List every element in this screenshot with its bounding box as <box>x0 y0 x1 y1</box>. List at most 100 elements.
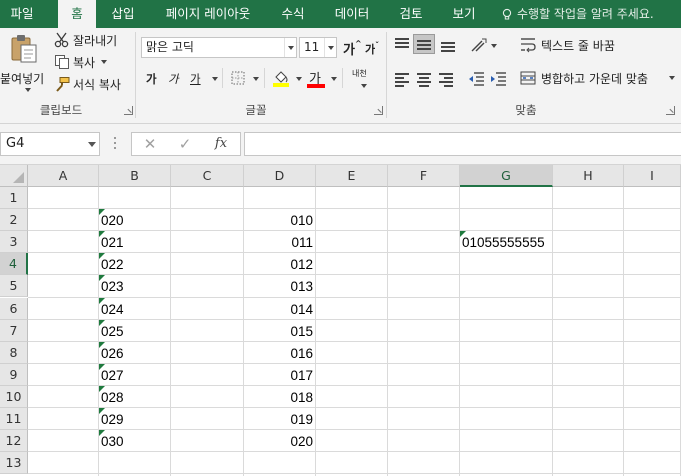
select-all-corner[interactable] <box>0 165 28 187</box>
cell-d8[interactable]: 016 <box>244 342 316 364</box>
error-indicator-icon[interactable] <box>99 297 105 304</box>
align-center-icon[interactable] <box>416 72 432 87</box>
row-header-9[interactable]: 9 <box>0 363 28 386</box>
column-header-d[interactable]: D <box>244 165 316 187</box>
cell-d12[interactable]: 020 <box>244 430 316 452</box>
column-header-e[interactable]: E <box>316 165 388 187</box>
font-color-dropdown-icon[interactable] <box>331 77 337 81</box>
orientation-icon[interactable] <box>470 37 488 53</box>
worksheet-grid[interactable]: A B C D E F G H I 1 2 3 4 5 6 7 8 9 10 11 12 13 020 021 022 023 02… <box>0 164 681 476</box>
cell-d6[interactable]: 014 <box>244 298 316 320</box>
row-header-13[interactable]: 13 <box>0 452 28 475</box>
row-header-5[interactable]: 5 <box>0 275 28 298</box>
row-header-10[interactable]: 10 <box>0 385 28 408</box>
phonetic-guide-button[interactable]: 내천 <box>352 68 376 92</box>
merge-center-button[interactable]: 병합하고 가운데 맞춤 <box>520 69 680 87</box>
cut-button[interactable]: 잘라내기 <box>54 31 124 49</box>
font-size-combo[interactable]: 11 <box>299 37 337 58</box>
cell-d9[interactable]: 017 <box>244 364 316 386</box>
error-indicator-icon[interactable] <box>99 408 105 414</box>
cell-d2[interactable]: 010 <box>244 209 316 231</box>
error-indicator-icon[interactable] <box>99 231 105 238</box>
formula-bar-splitter[interactable] <box>114 137 117 151</box>
align-left-icon[interactable] <box>394 72 410 87</box>
cell-d4[interactable]: 012 <box>244 253 316 275</box>
align-bottom-icon[interactable] <box>440 37 456 52</box>
tab-view[interactable]: 보기 <box>444 0 484 28</box>
align-right-icon[interactable] <box>438 72 454 87</box>
error-indicator-icon[interactable] <box>99 341 105 348</box>
insert-function-icon[interactable]: fx <box>208 133 234 155</box>
cell-d5[interactable]: 013 <box>244 275 316 297</box>
cell-d7[interactable]: 015 <box>244 320 316 342</box>
cell-d10[interactable]: 018 <box>244 386 316 408</box>
row-header-12[interactable]: 12 <box>0 430 28 453</box>
increase-indent-icon[interactable] <box>489 71 507 87</box>
font-name-dropdown-icon[interactable] <box>284 38 296 57</box>
font-name-combo[interactable]: 맑은 고딕 <box>141 37 297 58</box>
tab-page-layout[interactable]: 페이지 레이아웃 <box>158 0 258 28</box>
row-header-3[interactable]: 3 <box>0 231 28 254</box>
underline-dropdown-icon[interactable] <box>212 77 218 81</box>
row-header-8[interactable]: 8 <box>0 341 28 364</box>
row-header-11[interactable]: 11 <box>0 408 28 431</box>
column-header-a[interactable]: A <box>28 165 99 187</box>
column-header-f[interactable]: F <box>388 165 460 187</box>
row-header-4[interactable]: 4 <box>0 253 28 276</box>
font-color-button[interactable]: 가 <box>306 68 326 90</box>
name-box[interactable]: G4 <box>0 132 100 156</box>
tell-me-box[interactable]: 수행할 작업을 알려 주세요. <box>501 0 654 28</box>
error-indicator-icon[interactable] <box>99 430 105 437</box>
column-header-h[interactable]: H <box>553 165 624 187</box>
copy-button[interactable]: 복사 <box>54 53 114 71</box>
tab-home[interactable]: 홈 <box>58 0 96 29</box>
italic-button[interactable]: 가 <box>168 71 179 87</box>
fill-color-dropdown-icon[interactable] <box>296 77 302 81</box>
tab-review[interactable]: 검토 <box>391 0 431 28</box>
cancel-entry-icon[interactable]: ✕ <box>137 133 163 155</box>
wrap-text-button[interactable]: 텍스트 줄 바꿈 <box>520 36 630 54</box>
grow-font-button[interactable]: 가^ <box>343 39 362 58</box>
error-indicator-icon[interactable] <box>99 385 105 392</box>
tab-insert[interactable]: 삽입 <box>104 0 142 28</box>
paste-button[interactable]: 붙여넣기 <box>0 32 48 96</box>
underline-button[interactable]: 가 <box>190 71 201 87</box>
borders-dropdown-icon[interactable] <box>253 77 259 81</box>
tab-file[interactable]: 파일 <box>0 0 44 28</box>
error-indicator-icon[interactable] <box>99 319 105 326</box>
error-indicator-icon[interactable] <box>99 363 105 370</box>
error-indicator-icon[interactable] <box>99 275 105 282</box>
tab-formulas[interactable]: 수식 <box>273 0 313 28</box>
error-indicator-icon[interactable] <box>99 253 105 260</box>
align-middle-button[interactable] <box>413 34 435 54</box>
column-header-c[interactable]: C <box>171 165 244 187</box>
cell-d3[interactable]: 011 <box>244 231 316 253</box>
column-header-i[interactable]: I <box>624 165 681 187</box>
column-header-b[interactable]: B <box>99 165 171 187</box>
fill-color-icon[interactable] <box>272 68 290 88</box>
cell-d11[interactable]: 019 <box>244 408 316 430</box>
alignment-launcher-icon[interactable] <box>666 106 675 115</box>
formula-input[interactable] <box>244 132 681 156</box>
orientation-dropdown-icon[interactable] <box>491 44 497 48</box>
tab-data[interactable]: 데이터 <box>327 0 377 28</box>
cell-g3[interactable]: 01055555555 <box>460 231 545 253</box>
row-header-2[interactable]: 2 <box>0 209 28 232</box>
column-header-g[interactable]: G <box>460 165 553 187</box>
decrease-indent-icon[interactable] <box>467 71 485 87</box>
confirm-entry-icon[interactable]: ✓ <box>172 133 198 155</box>
error-indicator-icon[interactable] <box>460 231 466 238</box>
font-launcher-icon[interactable] <box>374 106 383 115</box>
row-header-1[interactable]: 1 <box>0 187 28 210</box>
clipboard-launcher-icon[interactable] <box>124 106 133 115</box>
font-size-dropdown-icon[interactable] <box>324 38 336 57</box>
format-painter-button[interactable]: 서식 복사 <box>54 75 130 93</box>
borders-icon[interactable] <box>230 70 246 86</box>
row-header-6[interactable]: 6 <box>0 297 28 320</box>
error-indicator-icon[interactable] <box>99 209 105 216</box>
bold-button[interactable]: 가 <box>146 71 157 87</box>
align-top-icon[interactable] <box>394 37 410 51</box>
name-box-dropdown-icon[interactable] <box>88 142 96 147</box>
shrink-font-button[interactable]: 가ˇ <box>365 41 379 57</box>
row-header-7[interactable]: 7 <box>0 319 28 342</box>
